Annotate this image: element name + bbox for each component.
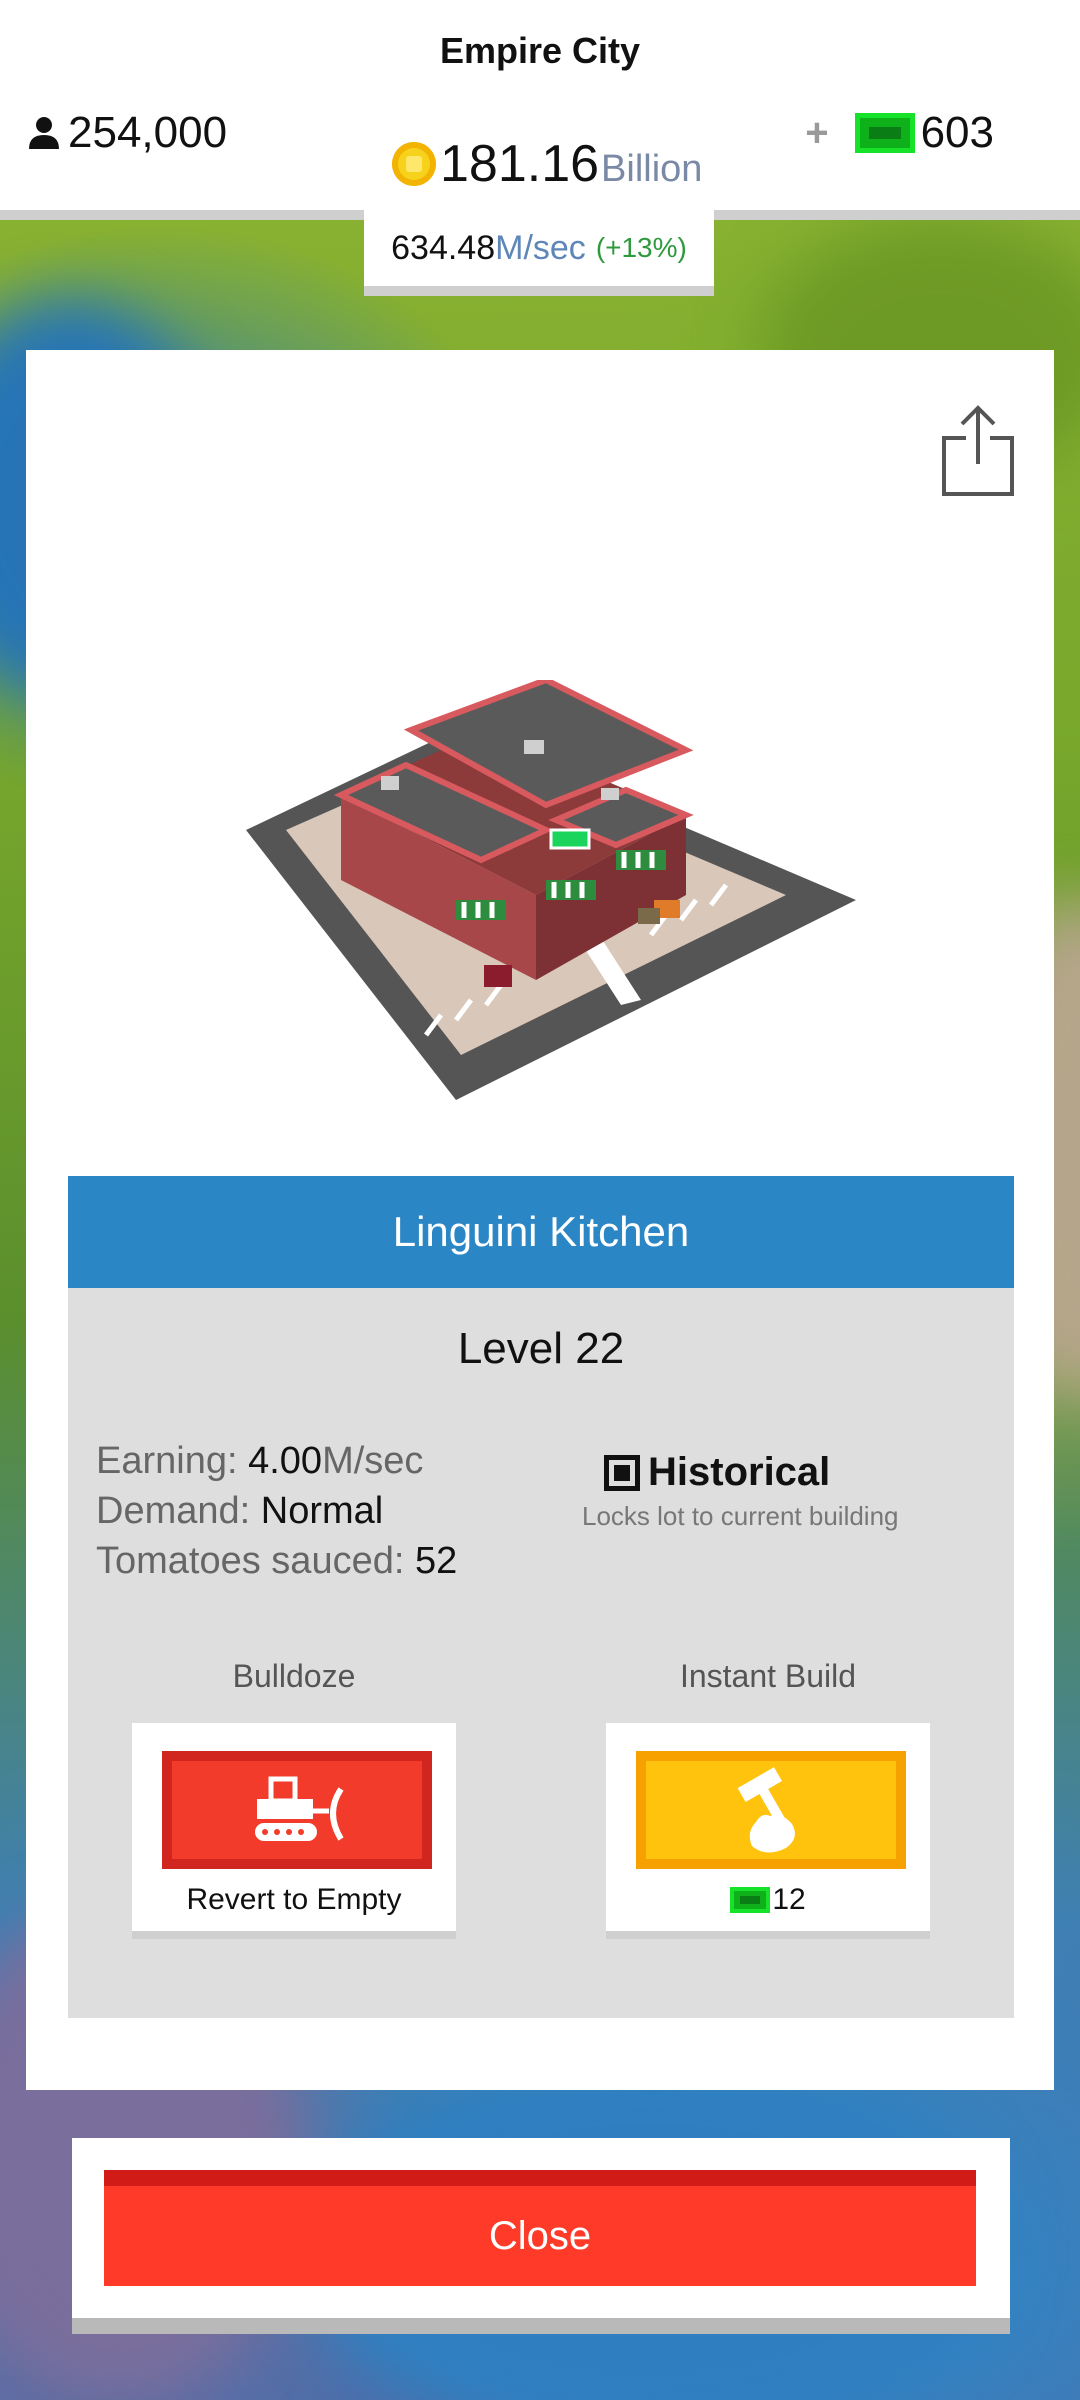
building-dialog: Linguini Kitchen Level 22 Earning: 4.00M… — [26, 350, 1054, 2090]
rate-change: (+13%) — [595, 232, 687, 263]
checkbox-checked-icon[interactable] — [604, 1454, 640, 1491]
close-label: Close — [488, 2213, 592, 2258]
bulldoze-action: Bulldoze Revert to Empty — [132, 1658, 456, 1939]
cash-unit: Billion — [601, 148, 703, 190]
demand-row: Demand: Normal — [96, 1486, 457, 1536]
instant-build-action: Instant Build 12 — [606, 1658, 930, 1939]
building-level: Level 22 — [457, 1324, 625, 1373]
building-name-header: Linguini Kitchen — [68, 1176, 1014, 1288]
historical-subtitle: Locks lot to current building — [582, 1501, 899, 1531]
population-value: 254,000 — [68, 108, 228, 157]
earning-label: Earning: — [96, 1440, 238, 1482]
historical-title-row: Historical — [604, 1450, 932, 1495]
rate-unit: M/sec — [495, 228, 586, 267]
instant-build-card[interactable]: 12 — [606, 1723, 930, 1939]
top-status-bar: Empire City 254,000 181.16 Billion + 603 — [0, 0, 1080, 220]
bucks-icon — [730, 1887, 771, 1913]
earning-value: 4.00 — [248, 1440, 323, 1482]
bucks-icon — [854, 113, 915, 153]
income-rate-tab: 634.48 M/sec (+13%) — [364, 210, 714, 296]
population-counter: 254,000 — [26, 108, 227, 158]
share-icon[interactable] — [940, 402, 1016, 498]
cash-counter: 181.16 Billion — [392, 134, 702, 194]
instant-build-cost: 12 — [606, 1883, 930, 1917]
coin-icon — [392, 142, 436, 186]
earning-unit: M/sec — [322, 1440, 424, 1482]
person-icon — [29, 117, 59, 149]
instant-build-label: Instant Build — [679, 1658, 857, 1694]
bucks-value: 603 — [920, 108, 994, 157]
demand-label: Demand: — [96, 1490, 251, 1532]
demand-value: Normal — [260, 1490, 384, 1532]
bulldoze-button[interactable] — [162, 1751, 432, 1869]
bulldoze-label: Bulldoze — [232, 1658, 356, 1694]
earning-row: Earning: 4.00M/sec — [96, 1436, 457, 1486]
hammer-hand-icon — [737, 1767, 795, 1853]
city-name: Empire City — [439, 30, 641, 71]
historical-label: Historical — [648, 1450, 831, 1494]
close-card: Close — [72, 2138, 1010, 2334]
close-button[interactable]: Close — [104, 2170, 976, 2286]
sauced-value: 52 — [414, 1540, 458, 1582]
bucks-counter: + 603 — [805, 108, 994, 158]
sauced-label: Tomatoes sauced: — [96, 1540, 405, 1582]
sauced-row: Tomatoes sauced: 52 — [96, 1536, 457, 1586]
historical-toggle[interactable]: Historical Locks lot to current building — [582, 1450, 932, 1532]
instant-build-cost-value: 12 — [772, 1883, 806, 1916]
instant-build-button[interactable] — [636, 1751, 906, 1869]
building-stats: Earning: 4.00M/sec Demand: Normal Tomato… — [96, 1436, 457, 1586]
bulldoze-card[interactable]: Revert to Empty — [132, 1723, 456, 1939]
add-bucks-button[interactable]: + — [805, 111, 828, 156]
cash-value: 181.16 — [440, 135, 600, 193]
bulldoze-caption: Revert to Empty — [186, 1883, 402, 1916]
rate-value: 634.48 — [391, 228, 496, 267]
building-illustration — [246, 680, 856, 1100]
bulldozer-icon — [255, 1776, 344, 1841]
building-info-body: Level 22 Earning: 4.00M/sec Demand: Norm… — [68, 1288, 1014, 2018]
building-name: Linguini Kitchen — [392, 1208, 690, 1255]
